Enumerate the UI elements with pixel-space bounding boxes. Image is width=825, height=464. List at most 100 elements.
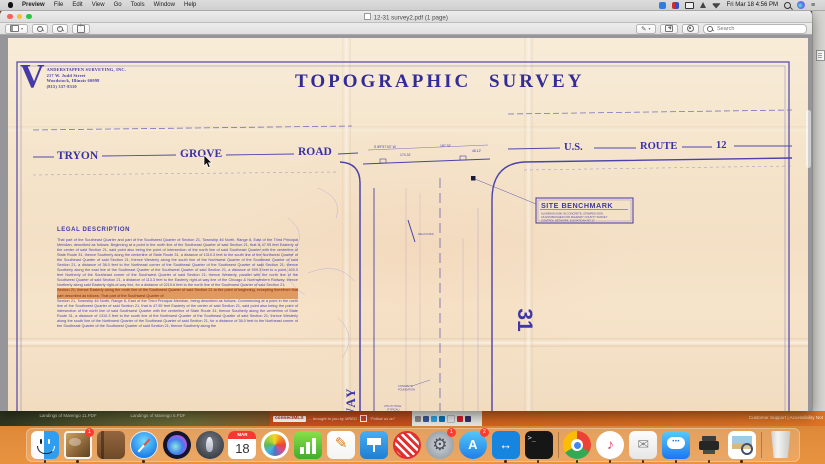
dock-trash-icon[interactable] <box>767 431 795 459</box>
rotate-icon <box>665 25 673 32</box>
dock-photos-icon[interactable] <box>261 431 289 459</box>
connectmls-logo[interactable]: connectMLS <box>273 416 306 422</box>
sidebar-view-button[interactable]: ▾ <box>5 24 28 34</box>
notification-center-icon[interactable]: ≡ <box>811 2 819 9</box>
railway-label: RAILWAY <box>343 387 358 411</box>
menu-tools[interactable]: Tools <box>131 2 145 8</box>
facebook-icon[interactable] <box>423 416 429 422</box>
menu-bar: Preview File Edit View Go Tools Window H… <box>0 0 825 11</box>
webpage-footer: Customer Support | Accessibility Not <box>482 411 825 426</box>
markup-pen-button[interactable]: ✎▾ <box>636 24 655 34</box>
file-label[interactable]: Landings of Marengo 5.PDF <box>118 413 198 418</box>
dock-safari-icon[interactable] <box>130 431 158 459</box>
menu-go[interactable]: Go <box>114 2 122 8</box>
firm-name: ANDERSTAPPEN SURVEYING, INC. <box>47 67 127 73</box>
finder-window-behind[interactable]: Landings of Marengo 11.PDF Landings of M… <box>0 411 270 426</box>
menu-view[interactable]: View <box>92 2 105 8</box>
sidebar-icon <box>10 25 19 32</box>
dock-siri-icon[interactable] <box>163 431 191 459</box>
social-icon[interactable] <box>465 416 471 422</box>
zoom-in-button[interactable]: + <box>52 24 68 34</box>
browser-window-behind[interactable]: connectMLS ... brought to you by MRED "F… <box>270 411 412 426</box>
scrollbar-thumb[interactable] <box>806 110 811 168</box>
menu-file[interactable]: File <box>54 2 64 8</box>
status-app-icon[interactable] <box>659 2 666 9</box>
dock-pages-icon[interactable]: ✎ <box>327 431 355 459</box>
apple-menu-icon[interactable] <box>8 2 13 8</box>
wifi-icon[interactable] <box>712 2 721 9</box>
dock-contacts-icon[interactable] <box>97 431 125 459</box>
benchmark-title: SITE BENCHMARK <box>541 201 613 210</box>
menu-clock[interactable]: Fri Mar 18 4:56 PM <box>727 2 778 8</box>
site-benchmark-box: SITE BENCHMARK ALUMINUM DISK IN CONCRETE… <box>536 198 633 223</box>
dock-printer-icon[interactable] <box>695 431 723 459</box>
markup-toolbar-button[interactable] <box>682 24 700 34</box>
dock-calendar-icon[interactable]: MAR18 <box>228 431 256 459</box>
display-icon[interactable] <box>685 2 694 9</box>
dock-preview-icon[interactable] <box>728 431 756 459</box>
dock-system-preferences-icon[interactable]: 1⚙ <box>426 431 454 459</box>
svg-text:RELOCATED: RELOCATED <box>418 232 434 236</box>
window-title: 12-31 survey2.pdf (1 page) <box>0 13 812 22</box>
dock-mail-icon[interactable]: ✉ <box>629 431 657 459</box>
road-label-road: ROAD <box>298 146 332 158</box>
mred-icon <box>360 415 367 422</box>
dock-photos-thumbnail-icon[interactable]: 1 <box>64 431 92 459</box>
legal-heading: LEGAL DESCRIPTION <box>57 227 298 233</box>
dock-chrome-icon[interactable] <box>563 431 591 459</box>
dim-bearing: S 89°57'43" W <box>374 145 397 149</box>
window-behind-right[interactable] <box>812 10 825 426</box>
support-link[interactable]: Customer Support | Accessibility Not <box>749 415 823 420</box>
magnifier-minus-icon: − <box>37 26 43 32</box>
zoom-out-button[interactable]: − <box>32 24 48 34</box>
survey-title: TOPOGRAPHIC SURVEY <box>295 71 584 93</box>
dock-itunes-icon[interactable]: ♪ <box>596 431 624 459</box>
twitter-icon[interactable] <box>431 416 437 422</box>
dim-3: 48.12' <box>472 149 481 153</box>
menu-window[interactable]: Window <box>154 2 175 8</box>
dock-terminal-icon[interactable]: >_ <box>525 431 553 459</box>
dim-1: 187.32' <box>440 144 451 148</box>
search-input[interactable] <box>715 25 799 33</box>
youtube-icon[interactable] <box>457 416 463 422</box>
rotate-button[interactable] <box>660 24 678 34</box>
svg-text:UTILITY POLE: UTILITY POLE <box>384 404 402 408</box>
menu-app[interactable]: Preview <box>22 2 45 8</box>
mls-tagline: ... brought to you by MRED <box>309 416 357 421</box>
status-app2-icon[interactable] <box>672 2 679 9</box>
dock-numbers-icon[interactable] <box>294 431 322 459</box>
parcel-west-line <box>340 162 360 411</box>
dock-messages-icon[interactable]: ••• <box>662 431 690 459</box>
legal-description: LEGAL DESCRIPTION That part of the South… <box>57 227 298 329</box>
dock: 1 MAR18 ✎ 1⚙ 2A ↔ >_ ♪ ✉ ••• <box>26 428 800 462</box>
dock-teamviewer-icon[interactable]: ↔ <box>492 431 520 459</box>
pdf-page[interactable]: TRYON GROVE ROAD U.S. ROUTE 12 <box>8 38 808 411</box>
title-bar[interactable]: 12-31 survey2.pdf (1 page) <box>0 10 812 23</box>
dock-app-store-icon[interactable]: 2A <box>459 431 487 459</box>
route31-label: 31 <box>513 308 536 332</box>
toolbar: ▾ − + ✎▾ <box>0 23 812 35</box>
dock-finder-icon[interactable] <box>31 431 59 459</box>
social-icon[interactable] <box>415 416 421 422</box>
dock-launchpad-icon[interactable] <box>196 431 224 459</box>
mouse-cursor <box>203 155 213 169</box>
share-icon <box>77 25 85 33</box>
drawing-annotations: CONCRETE FOUNDATION UTILITY POLE (TYPICA… <box>384 384 415 411</box>
dock-keynote-icon[interactable] <box>360 431 388 459</box>
dock-parallels-icon[interactable] <box>393 431 421 459</box>
preview-window: 12-31 survey2.pdf (1 page) ▾ − + ✎▾ <box>0 10 812 411</box>
route31-east-line <box>492 158 792 411</box>
siri-menu-icon[interactable] <box>797 1 805 9</box>
badge: 1 <box>85 428 94 437</box>
menu-help[interactable]: Help <box>184 2 196 8</box>
spotlight-search-icon[interactable] <box>784 2 791 9</box>
linkedin-icon[interactable] <box>439 416 445 422</box>
search-field[interactable] <box>703 24 807 34</box>
menu-edit[interactable]: Edit <box>72 2 82 8</box>
upload-arrow-icon[interactable] <box>700 2 706 8</box>
chevron-down-icon: ▾ <box>648 26 650 31</box>
social-icon[interactable] <box>447 415 455 423</box>
svg-text:FOUNDATION: FOUNDATION <box>398 388 415 392</box>
file-label[interactable]: Landings of Marengo 11.PDF <box>28 413 108 418</box>
share-button[interactable] <box>72 24 90 34</box>
